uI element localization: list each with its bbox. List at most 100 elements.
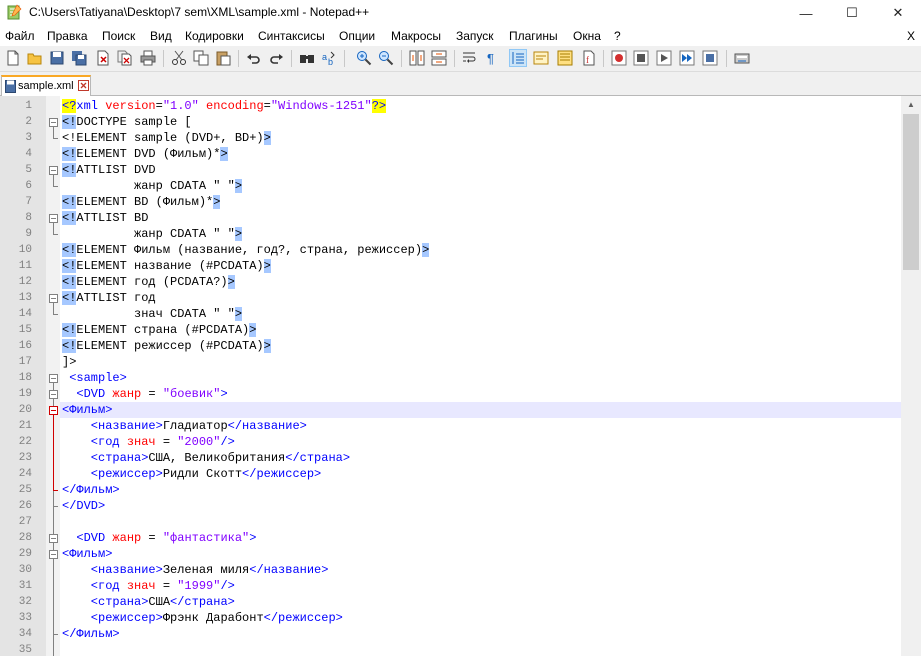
code-line: <Фильм> <box>62 403 113 417</box>
word-wrap-icon[interactable] <box>462 50 478 66</box>
indent-guide-icon[interactable] <box>509 49 527 67</box>
code-line: <!ELEMENT Фильм (название, год?, страна,… <box>62 243 430 257</box>
line-number: 5 <box>25 164 32 176</box>
menu-encoding[interactable]: Кодировки <box>185 29 244 43</box>
maximize-button[interactable]: ☐ <box>829 0 875 26</box>
line-number: 23 <box>18 452 32 464</box>
menu-options[interactable]: Опции <box>339 29 375 43</box>
fold-end <box>53 234 58 235</box>
zoom-out-icon[interactable] <box>378 50 394 66</box>
svg-text:f: f <box>586 55 589 65</box>
fold-line <box>53 127 54 138</box>
fold-toggle-icon[interactable] <box>49 406 58 415</box>
scrollbar-thumb[interactable] <box>903 114 919 270</box>
open-file-icon[interactable] <box>27 50 43 66</box>
code-line: <режиссер>Фрэнк Дарабонт</режиссер> <box>62 611 343 625</box>
line-number: 14 <box>18 308 32 320</box>
line-number: 3 <box>25 132 32 144</box>
line-number: 10 <box>18 244 32 256</box>
cut-icon[interactable] <box>171 50 187 66</box>
vertical-scrollbar[interactable]: ▲ <box>901 96 921 656</box>
print-icon[interactable] <box>140 50 156 66</box>
line-number: 34 <box>18 628 32 640</box>
fold-toggle-icon[interactable] <box>49 374 58 383</box>
line-number: 7 <box>25 196 32 208</box>
code-line: </DVD> <box>62 499 106 513</box>
play-macro-icon[interactable] <box>656 50 672 66</box>
line-number: 9 <box>25 228 32 240</box>
menu-plugins[interactable]: Плагины <box>509 29 558 43</box>
code-line: <!ELEMENT страна (#PCDATA)> <box>62 323 257 337</box>
svg-text:b: b <box>328 57 333 66</box>
menu-file[interactable]: Файл <box>5 29 35 43</box>
code-line: <режиссер>Ридли Скотт</режиссер> <box>62 467 322 481</box>
line-number: 33 <box>18 612 32 624</box>
scroll-up-arrow-icon[interactable]: ▲ <box>901 96 921 113</box>
code-line: </Фильм> <box>62 483 120 497</box>
close-icon[interactable] <box>95 50 111 66</box>
find-icon[interactable] <box>299 50 315 66</box>
menu-help[interactable]: ? <box>614 29 621 43</box>
close-document-button[interactable]: X <box>907 29 915 43</box>
tab-bar: sample.xml <box>0 72 921 96</box>
tab-close-icon[interactable] <box>78 80 89 91</box>
menu-view[interactable]: Вид <box>150 29 172 43</box>
fold-toggle-icon[interactable] <box>49 550 58 559</box>
tab-label: sample.xml <box>18 80 74 92</box>
all-chars-icon[interactable]: ¶ <box>484 50 500 66</box>
title-bar: C:\Users\Tatiyana\Desktop\7 sem\XML\samp… <box>0 0 921 26</box>
menu-edit[interactable]: Правка <box>47 29 88 43</box>
save-macro-icon[interactable] <box>702 50 718 66</box>
doc-map-icon[interactable] <box>557 50 573 66</box>
line-number: 17 <box>18 356 32 368</box>
fold-line <box>53 223 54 234</box>
fold-toggle-icon[interactable] <box>49 294 58 303</box>
fold-toggle-icon[interactable] <box>49 118 58 127</box>
function-list-icon[interactable]: f <box>581 50 597 66</box>
tab-sample-xml[interactable]: sample.xml <box>1 75 91 96</box>
replace-icon[interactable]: ab <box>321 50 337 66</box>
paste-icon[interactable] <box>215 50 231 66</box>
close-all-icon[interactable] <box>117 50 133 66</box>
code-line: <страна>США</страна> <box>62 595 235 609</box>
udl-icon[interactable] <box>533 50 549 66</box>
fold-toggle-icon[interactable] <box>49 534 58 543</box>
minimize-button[interactable]: — <box>783 0 829 26</box>
fold-toggle-icon[interactable] <box>49 214 58 223</box>
menu-macros[interactable]: Макросы <box>391 29 441 43</box>
save-icon[interactable] <box>49 50 65 66</box>
play-multi-icon[interactable] <box>679 50 695 66</box>
fold-end <box>53 138 58 139</box>
fold-end <box>53 506 58 507</box>
fold-toggle-icon[interactable] <box>49 166 58 175</box>
sync-h-icon[interactable] <box>431 50 447 66</box>
close-window-button[interactable]: ✕ <box>875 0 921 26</box>
menu-syntax[interactable]: Синтаксисы <box>258 29 325 43</box>
line-number: 1 <box>25 100 32 112</box>
code-line: <название>Гладиатор</название> <box>62 419 307 433</box>
undo-icon[interactable] <box>246 50 262 66</box>
fold-end <box>53 490 58 491</box>
sync-v-icon[interactable] <box>409 50 425 66</box>
save-all-icon[interactable] <box>71 50 87 66</box>
spell-check-icon[interactable] <box>734 50 750 66</box>
record-macro-icon[interactable] <box>611 50 627 66</box>
code-line: <!ATTLIST BD <box>62 211 149 225</box>
line-number: 18 <box>18 372 32 384</box>
fold-toggle-icon[interactable] <box>49 390 58 399</box>
fold-end <box>53 634 58 635</box>
editor-area[interactable]: 1 2 3 4 5 6 7 8 9 10 11 12 13 14 15 16 1… <box>0 96 901 656</box>
redo-icon[interactable] <box>268 50 284 66</box>
stop-macro-icon[interactable] <box>633 50 649 66</box>
copy-icon[interactable] <box>193 50 209 66</box>
code-line: <?xml version="1.0" encoding="Windows-12… <box>62 99 387 113</box>
code-line: жанр CDATA " "> <box>62 227 243 241</box>
fold-end <box>53 186 58 187</box>
code-line: <!ELEMENT DVD (Фильм)*> <box>62 147 228 161</box>
menu-search[interactable]: Поиск <box>102 29 135 43</box>
menu-run[interactable]: Запуск <box>456 29 494 43</box>
new-file-icon[interactable] <box>5 50 21 66</box>
zoom-in-icon[interactable] <box>356 50 372 66</box>
menu-windows[interactable]: Окна <box>573 29 601 43</box>
code-line: <DVD жанр = "фантастика"> <box>62 531 257 545</box>
